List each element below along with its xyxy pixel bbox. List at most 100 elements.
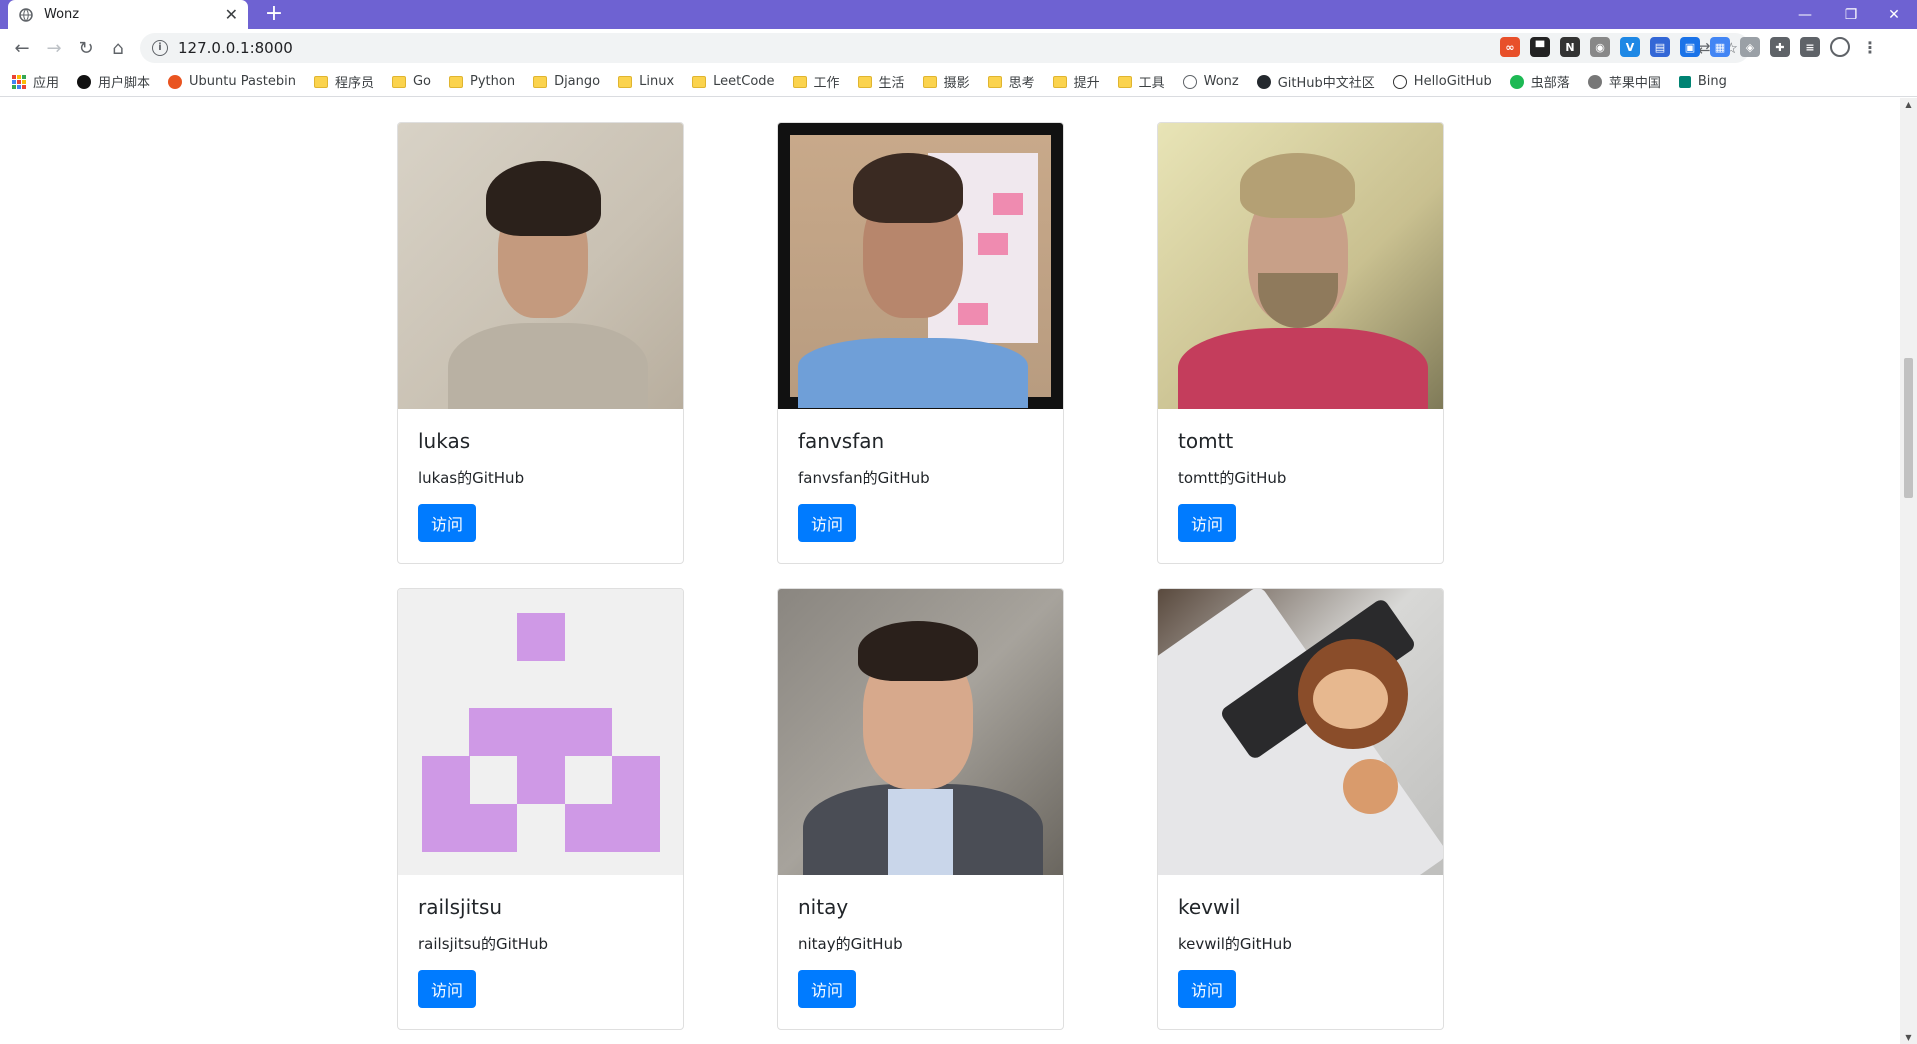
bookmark-label: Linux [639,74,675,89]
avatar [1158,589,1443,875]
user-card: tomtt tomtt的GitHub 访问 [1157,122,1444,564]
reading-list-icon[interactable]: ≡ [1800,37,1820,57]
bookmark-label: Wonz [1203,74,1239,89]
bookmark-wonz[interactable]: Wonz [1182,74,1239,89]
folder-icon [987,75,1002,88]
bookmark-folder[interactable]: Django [533,74,600,89]
visit-button[interactable]: 访问 [1178,970,1237,1008]
forward-icon[interactable]: → [40,34,68,62]
bookmark-folder[interactable]: Go [391,74,431,89]
bookmark-folder[interactable]: 提升 [1052,72,1100,91]
visit-button[interactable]: 访问 [418,504,477,542]
bookmark-label: Ubuntu Pastebin [189,74,296,89]
userscript-icon [77,74,92,89]
bookmark-folder[interactable]: LeetCode [692,74,775,89]
extension-2-icon[interactable]: ▀ [1530,37,1550,57]
puzzle-icon[interactable]: ✚ [1770,37,1790,57]
bookmark-hellogithub[interactable]: HelloGitHub [1392,74,1492,89]
scrollbar-thumb[interactable] [1904,358,1913,498]
visit-button[interactable]: 访问 [798,970,857,1008]
bookmark-label: 程序员 [334,76,374,91]
avatar [398,123,683,409]
scroll-up-icon[interactable]: ▲ [1900,100,1917,109]
bookmark-userscript[interactable]: 用户脚本 [77,72,150,91]
folder-icon [449,75,463,88]
bookmark-label: 工作 [813,76,840,91]
bookmark-github-cn[interactable]: GitHub中文社区 [1256,72,1375,91]
globe-icon [18,7,34,23]
bookmark-ubuntu-pastebin[interactable]: Ubuntu Pastebin [168,74,296,89]
bookmark-label: 苹果中国 [1608,76,1661,91]
menu-icon[interactable]: ⋮ [1860,37,1880,57]
folder-icon [792,75,807,88]
home-icon[interactable]: ⌂ [104,34,132,62]
window-titlebar: Wonz ✕ + — ❐ ✕ [0,0,1917,29]
hellogithub-icon [1392,74,1407,89]
site-info-icon[interactable]: i [152,40,168,56]
restore-icon[interactable]: ❐ [1828,0,1874,29]
bookmark-folder[interactable]: 生活 [857,72,905,91]
extension-1-icon[interactable]: ∞ [1500,37,1520,57]
bookmark-label: 应用 [33,76,60,91]
bing-icon [1678,75,1691,88]
bookmark-label: HelloGitHub [1413,74,1492,89]
bookmark-bing[interactable]: Bing [1678,74,1727,89]
user-description: kevwil的GitHub [1178,935,1292,953]
reload-icon[interactable]: ↻ [72,34,100,62]
tab-title: Wonz [44,7,80,22]
close-tab-icon[interactable]: ✕ [225,6,238,23]
minimize-icon[interactable]: — [1782,0,1828,29]
bookmark-folder[interactable]: 工具 [1117,72,1165,91]
bookmark-apps[interactable]: 应用 [12,72,59,91]
visit-button[interactable]: 访问 [798,504,857,542]
bookmark-label: Django [554,74,601,89]
back-icon[interactable]: ← [8,34,36,62]
extension-6-icon[interactable]: ▤ [1650,37,1670,57]
avatar [778,589,1063,875]
browser-tab[interactable]: Wonz ✕ [8,0,248,29]
visit-button[interactable]: 访问 [1178,504,1237,542]
bookmark-label: 生活 [878,76,905,91]
bookmark-folder[interactable]: 摄影 [922,72,970,91]
bookmark-label: GitHub中文社区 [1277,76,1375,91]
folder-icon [1052,75,1067,88]
camera-icon[interactable]: ◉ [1590,37,1610,57]
profile-icon[interactable] [1830,37,1850,57]
bookmark-folder[interactable]: 思考 [987,72,1035,91]
bookmark-folder[interactable]: 程序员 [313,72,374,91]
new-tab-button[interactable]: + [262,2,286,26]
folder-icon [1117,75,1132,88]
bookmark-folder[interactable]: Linux [618,74,674,89]
bookmark-apple-cn[interactable]: 苹果中国 [1587,72,1661,91]
user-card: railsjitsu railsjitsu的GitHub 访问 [397,588,684,1030]
bookmark-label: Go [412,74,431,89]
identicon-avatar [398,589,683,875]
ubuntu-icon [168,74,183,89]
avatar [1158,123,1443,409]
extension-5-icon[interactable]: V [1620,37,1640,57]
user-name: lukas [418,429,471,453]
visit-button[interactable]: 访问 [418,970,477,1008]
user-description: lukas的GitHub [418,469,525,487]
url-text: 127.0.0.1:8000 [178,39,293,57]
folder-icon [618,75,633,88]
extension-9-icon[interactable]: ◈ [1740,37,1760,57]
bookmark-label: 用户脚本 [98,76,151,91]
bookmark-label: 工具 [1138,76,1165,91]
bookmark-chongbuluo[interactable]: 虫部落 [1509,72,1570,91]
scroll-down-icon[interactable]: ▼ [1900,1033,1917,1042]
bookmark-folder[interactable]: Python [449,74,515,89]
close-window-icon[interactable]: ✕ [1871,0,1917,29]
bookmark-label: 虫部落 [1530,76,1570,91]
bookmark-folder[interactable]: 工作 [792,72,840,91]
bookmarks-bar: 应用 用户脚本 Ubuntu Pastebin 程序员 Go Python Dj… [0,67,1917,97]
folder-icon [313,75,328,88]
bookmark-label: 摄影 [943,76,970,91]
notion-icon[interactable]: N [1560,37,1580,57]
folder-icon [857,75,872,88]
bookmark-label: 提升 [1073,76,1100,91]
extension-7-icon[interactable]: ▣ [1680,37,1700,57]
extension-8-icon[interactable]: ▦ [1710,37,1730,57]
page-scrollbar[interactable]: ▲ ▼ [1900,98,1917,1044]
folder-icon [391,75,406,88]
